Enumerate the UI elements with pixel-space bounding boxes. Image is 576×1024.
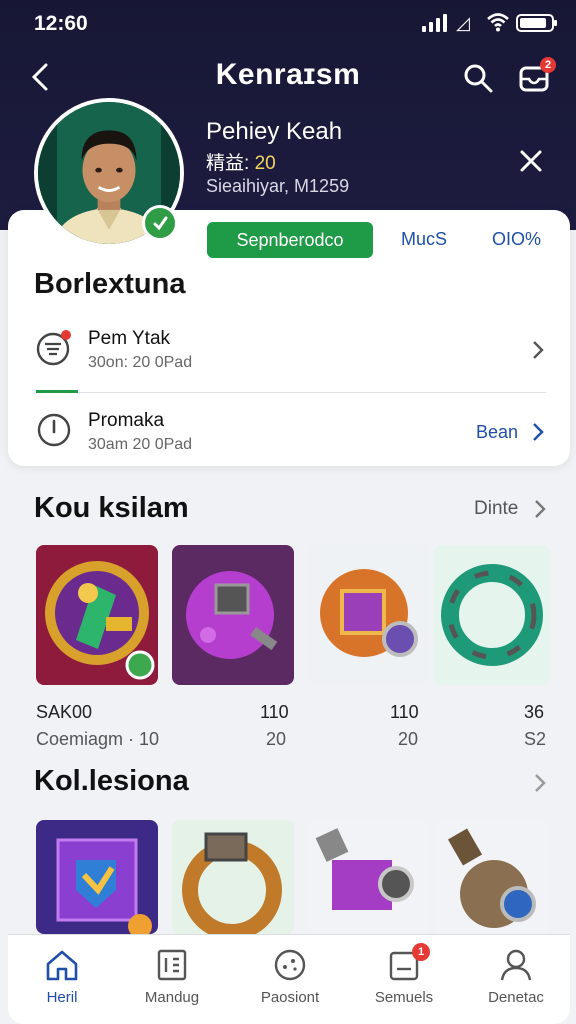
level-value: 20 (254, 153, 276, 174)
item-substat: 20 (266, 729, 287, 749)
chevron-right-icon (533, 341, 544, 359)
item-cube-image (36, 820, 158, 934)
app-screen: 12:60 ◿ Kenraɪsm 2 Pehiey Keah 精益: 20 Si… (0, 0, 576, 1024)
item-stat: 110 (260, 702, 289, 722)
status-time: 12:60 (34, 12, 88, 35)
nav-item-home[interactable]: Heril (12, 943, 112, 1017)
wifi-icon (487, 13, 509, 32)
item-bracelet-image (172, 820, 294, 934)
item-tile[interactable] (172, 820, 294, 934)
inbox-button[interactable]: 2 (518, 57, 556, 94)
section-title: Kou ksilam (34, 492, 189, 524)
timer-icon (37, 413, 71, 447)
row-action[interactable]: Bean (476, 422, 518, 443)
item-shield-image (36, 545, 158, 685)
signal-icon (422, 14, 448, 32)
back-arrow-icon[interactable] (26, 62, 56, 92)
level-label: 精益: (206, 153, 250, 174)
row-title: Pem Ytak (88, 328, 171, 349)
link-button-2[interactable]: OIO% (492, 229, 541, 250)
item-stat: 36 (524, 702, 545, 722)
nav-badge: 1 (412, 943, 430, 961)
item-tile[interactable] (36, 820, 158, 934)
item-ring-image (434, 545, 550, 685)
item-tile[interactable] (308, 545, 430, 685)
home-icon (46, 950, 78, 981)
item-helmet-image (172, 545, 294, 685)
card-title: Borlextuna (34, 268, 186, 300)
chevron-right-icon[interactable] (532, 498, 548, 520)
chevron-right-icon (533, 423, 544, 441)
chevron-right-icon[interactable] (532, 772, 548, 794)
row-subtitle: 30am 20 0Pad (88, 436, 193, 453)
item-substat: S2 (524, 729, 547, 749)
link-button-1[interactable]: MucS (401, 229, 447, 250)
item-name: SAK00 (36, 702, 93, 722)
nav-label: Paosiont (260, 989, 320, 1006)
signal-alt-icon: ◿ (456, 13, 470, 33)
nav-item-inbox[interactable]: 1 Semuels (354, 943, 454, 1017)
item-stat: 110 (390, 702, 419, 722)
nav-item-profile[interactable]: Denetac (466, 943, 566, 1017)
badge-clock-icon (36, 330, 71, 366)
list-icon (157, 949, 187, 981)
nav-item-explore[interactable]: Paosiont (240, 943, 340, 1017)
section-more-link[interactable]: Dinte (474, 498, 518, 520)
item-tile[interactable] (172, 545, 294, 685)
primary-action-button[interactable]: Sepnberodco (207, 222, 373, 258)
list-item[interactable]: Promaka 30am 20 0Pad Bean (22, 400, 556, 470)
item-gadget-image (434, 820, 550, 934)
verified-badge-icon (142, 205, 178, 241)
item-cannon-image (308, 820, 430, 934)
profile-meta: Sieaihiyar, M1259 (206, 176, 350, 196)
nav-label: Heril (46, 989, 78, 1006)
list-item[interactable]: Pem Ytak 30on: 20 0Pad (22, 318, 556, 388)
profile-icon (500, 949, 532, 981)
nav-item-list[interactable]: Mandug (122, 943, 222, 1017)
item-tile[interactable] (434, 820, 550, 934)
nav-label: Semuels (374, 989, 434, 1006)
battery-icon (516, 14, 557, 32)
nav-label: Denetac (488, 989, 544, 1006)
close-icon[interactable] (516, 146, 546, 176)
row-subtitle: 30on: 20 0Pad (88, 354, 193, 371)
search-icon[interactable] (462, 62, 494, 94)
app-title: Kenraɪsm (215, 58, 361, 91)
status-bar: 12:60 ◿ (0, 0, 576, 48)
item-substat: 20 (398, 729, 419, 749)
item-tile[interactable] (434, 545, 550, 685)
bottom-nav: Heril Mandug Paosiont 1 Semuels Denetac (8, 934, 570, 1024)
active-indicator (36, 390, 78, 393)
notification-badge: 2 (540, 57, 556, 73)
compass-icon (274, 949, 306, 981)
item-tile[interactable] (36, 545, 158, 685)
item-orb-image (308, 545, 430, 685)
section-title: Kol.lesiona (34, 765, 189, 797)
nav-label: Mandug (144, 989, 200, 1006)
profile-level: 精益: 20 (206, 148, 276, 175)
row-title: Promaka (88, 410, 165, 431)
item-tile[interactable] (308, 820, 430, 934)
divider (36, 392, 546, 393)
profile-name: Pehiey Keah (206, 118, 343, 145)
item-subtitle: Coemiagm · 10 (36, 729, 160, 749)
